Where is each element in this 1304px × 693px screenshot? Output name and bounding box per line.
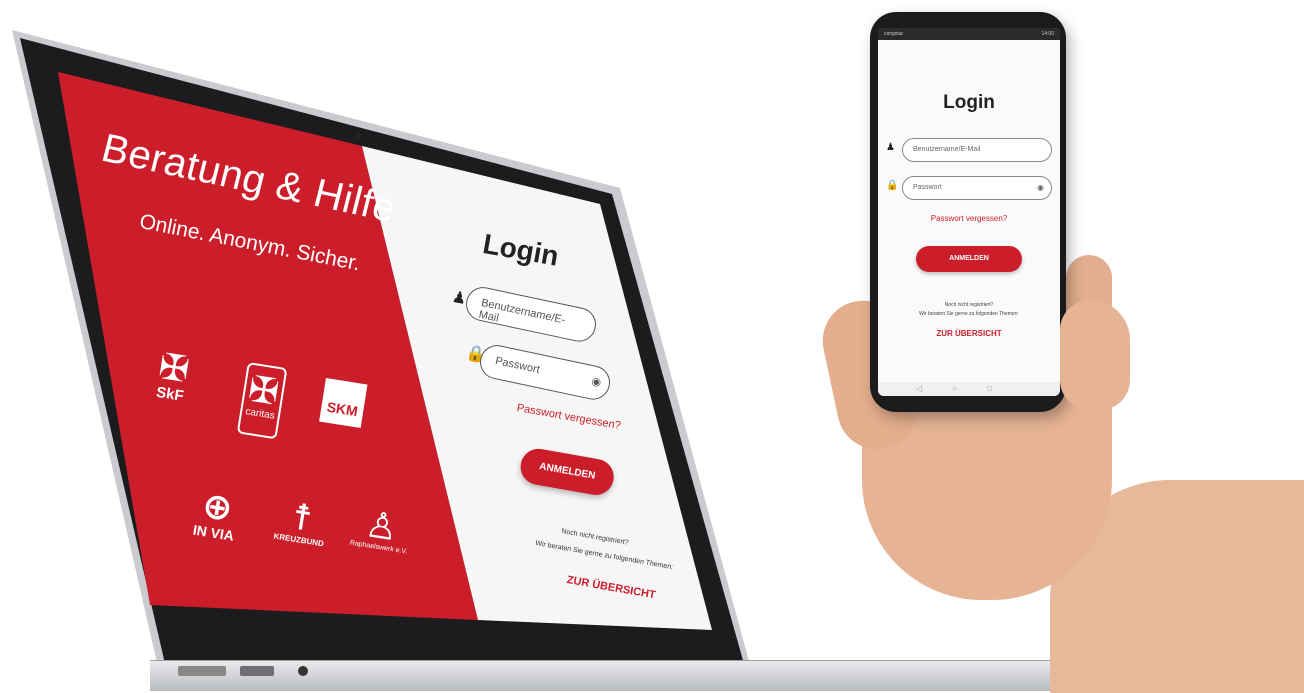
back-icon[interactable]: ◁ xyxy=(916,384,952,393)
phone-screen: congstar 14:00 Login ♟ Benutzername/E-Ma… xyxy=(878,28,1060,396)
password-placeholder: Passwort xyxy=(494,354,541,377)
caritas-cross-icon: ✠ xyxy=(245,367,282,413)
usb-c-port xyxy=(178,666,226,676)
login-title: Login xyxy=(943,92,995,113)
fingers xyxy=(1060,300,1130,410)
usb-port xyxy=(240,666,274,676)
advice-text: Wir beraten Sie gerne zu folgenden Theme… xyxy=(919,311,1019,317)
username-placeholder: Benutzername/E-Mail xyxy=(477,296,567,327)
user-icon: ♟ xyxy=(886,142,895,153)
cross-rays-icon: ✠ xyxy=(156,345,193,391)
logo-skm[interactable]: SKM xyxy=(319,378,368,429)
carrier-label: congstar xyxy=(884,31,904,37)
eye-icon[interactable]: ◉ xyxy=(1037,177,1044,199)
overview-link[interactable]: ZUR ÜBERSICHT xyxy=(878,329,1060,338)
headphone-jack xyxy=(298,666,308,676)
logo-label: SKM xyxy=(325,398,359,420)
forgot-password-link[interactable]: Passwort vergessen? xyxy=(878,214,1060,223)
username-placeholder: Benutzername/E-Mail xyxy=(913,146,981,153)
skm-cross-icon: SKM xyxy=(319,378,368,429)
status-bar: congstar 14:00 xyxy=(878,28,1060,40)
logo-invia[interactable]: ⊕ IN VIA xyxy=(192,484,241,544)
eye-icon[interactable]: ◉ xyxy=(590,374,602,389)
logo-raphael[interactable]: ♙ Raphaelswerk e.V. xyxy=(349,503,413,556)
webcam xyxy=(355,133,362,140)
username-input[interactable]: Benutzername/E-Mail xyxy=(902,138,1052,162)
nav-bar: ◁○□ xyxy=(878,382,1060,396)
password-input[interactable]: Passwort ◉ xyxy=(902,176,1052,200)
not-registered-text: Noch nicht registriert? xyxy=(944,302,994,308)
password-placeholder: Passwort xyxy=(913,184,942,191)
login-button[interactable]: ANMELDEN xyxy=(916,246,1022,272)
logo-kreuzbund[interactable]: ☨ KREUZBUND xyxy=(273,495,330,548)
home-icon[interactable]: ○ xyxy=(952,384,987,393)
recent-apps-icon[interactable]: □ xyxy=(987,384,1022,393)
lock-icon: 🔒 xyxy=(886,180,899,191)
clock: 14:00 xyxy=(1041,31,1054,37)
